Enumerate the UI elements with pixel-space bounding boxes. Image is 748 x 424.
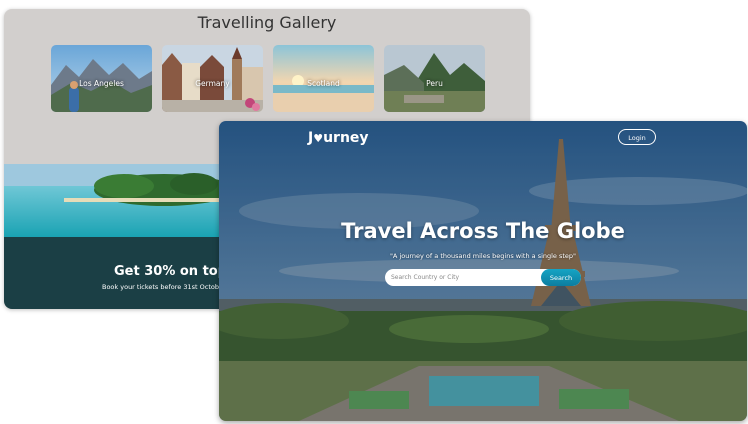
hero-title: Travel Across The Globe [341,219,625,243]
hero-quote: "A journey of a thousand miles begins wi… [389,252,577,260]
login-button[interactable]: Login [618,129,656,145]
search-input[interactable] [391,271,531,284]
gallery-card-germany[interactable]: Germany [162,45,263,112]
card-label: Los Angeles [79,79,124,88]
gallery-card-peru[interactable]: Peru [384,45,485,112]
card-label: Germany [195,79,230,88]
gallery-title: Travelling Gallery [197,13,337,32]
card-label: Peru [426,79,443,88]
gallery-card-los-angeles[interactable]: Los Angeles [51,45,152,112]
journey-window: J♥urney Login Travel Across The Globe "A… [219,121,747,421]
search-button[interactable]: Search [541,269,581,286]
gallery-card-scotland[interactable]: Scotland [273,45,374,112]
search-bar: Search [385,269,581,286]
journey-logo[interactable]: J♥urney [308,130,369,146]
logo-text-suffix: urney [323,130,369,146]
heart-icon: ♥ [313,132,324,145]
card-label: Scotland [307,79,340,88]
